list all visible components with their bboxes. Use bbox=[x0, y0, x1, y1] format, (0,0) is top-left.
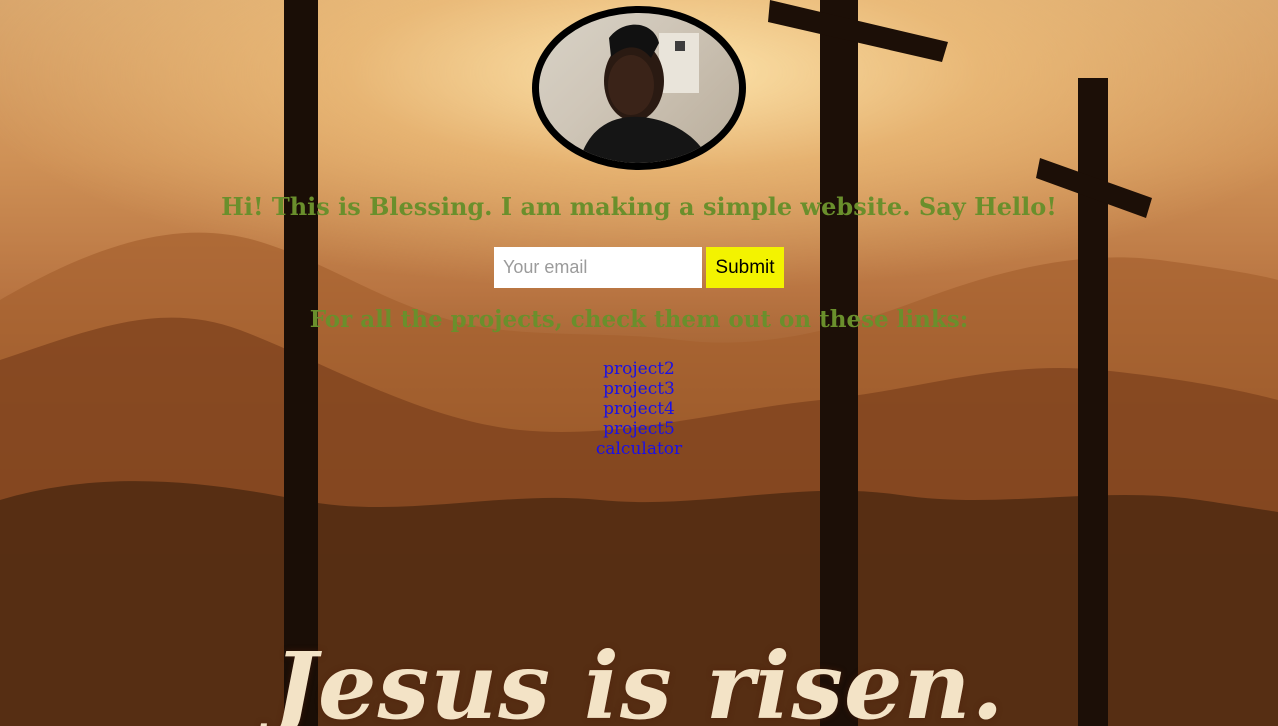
background-banner-text: Jesus is risen. bbox=[273, 632, 1005, 726]
project2-link[interactable]: project2 bbox=[603, 359, 675, 379]
email-signup-form: Submit bbox=[494, 247, 784, 288]
calculator-link[interactable]: calculator bbox=[596, 439, 682, 459]
project5-link[interactable]: project5 bbox=[603, 419, 675, 439]
list-item: project3 bbox=[0, 379, 1278, 399]
list-item: project2 bbox=[0, 359, 1278, 379]
page-content: Hi! This is Blessing. I am making a simp… bbox=[0, 0, 1278, 726]
list-item: project4 bbox=[0, 399, 1278, 419]
avatar bbox=[532, 6, 746, 170]
project-links-list: project2 project3 project4 project5 calc… bbox=[0, 359, 1278, 459]
project4-link[interactable]: project4 bbox=[603, 399, 675, 419]
email-input[interactable] bbox=[494, 247, 702, 288]
greeting-heading: Hi! This is Blessing. I am making a simp… bbox=[221, 192, 1057, 221]
project3-link[interactable]: project3 bbox=[603, 379, 675, 399]
list-item: project5 bbox=[0, 419, 1278, 439]
profile-photo-icon bbox=[539, 13, 739, 163]
list-item: calculator bbox=[0, 439, 1278, 459]
submit-button[interactable]: Submit bbox=[706, 247, 784, 288]
projects-intro-heading: For all the projects, check them out on … bbox=[309, 306, 969, 333]
